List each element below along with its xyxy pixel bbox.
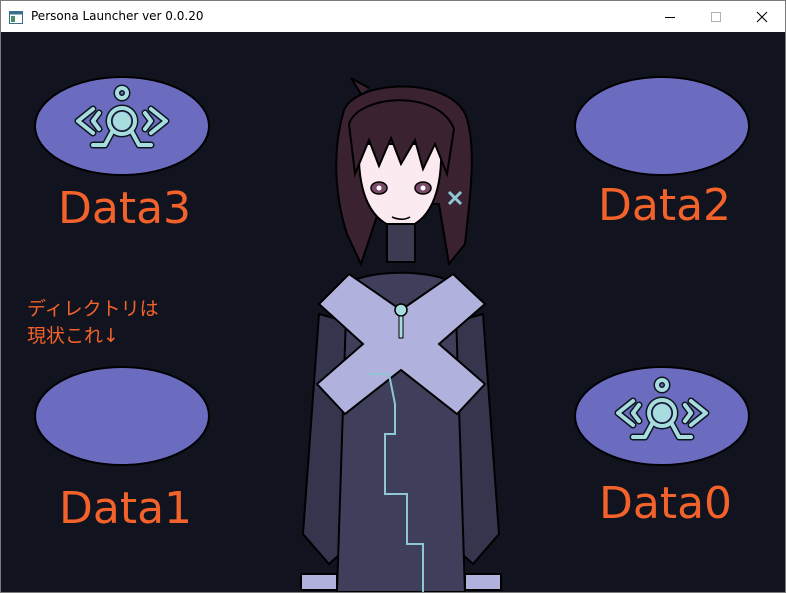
slot-data3-button[interactable] xyxy=(33,75,211,177)
maximize-icon xyxy=(711,12,721,22)
directory-note-line2: 現状これ↓ xyxy=(27,325,119,347)
slot-data1-label[interactable]: Data1 xyxy=(59,485,192,533)
slot-data0-button[interactable] xyxy=(573,365,751,467)
app-window-icon xyxy=(9,9,23,24)
directory-note: ディレクトリは 現状これ↓ xyxy=(27,296,197,350)
maximize-button[interactable] xyxy=(693,1,739,32)
launcher-canvas: Data3 Data2 ディレクトリは 現状これ↓ Data1 Data0 xyxy=(1,32,785,592)
directory-note-line1: ディレクトリは xyxy=(27,298,159,320)
slot-data1-button[interactable] xyxy=(33,365,211,467)
close-button[interactable] xyxy=(739,1,785,32)
character-illustration xyxy=(300,77,502,592)
close-icon xyxy=(756,11,768,23)
slot-data3-label[interactable]: Data3 xyxy=(58,185,191,233)
title-bar[interactable]: Persona Launcher ver 0.0.20 xyxy=(1,1,785,32)
minimize-button[interactable] xyxy=(647,1,693,32)
app-window: Persona Launcher ver 0.0.20 Data3 Data2 … xyxy=(0,0,786,593)
slot-data2-label[interactable]: Data2 xyxy=(598,182,731,230)
slot-data2-button[interactable] xyxy=(573,75,751,177)
minimize-icon xyxy=(665,17,675,18)
window-title: Persona Launcher ver 0.0.20 xyxy=(31,9,204,23)
slot-data0-label[interactable]: Data0 xyxy=(599,480,732,528)
